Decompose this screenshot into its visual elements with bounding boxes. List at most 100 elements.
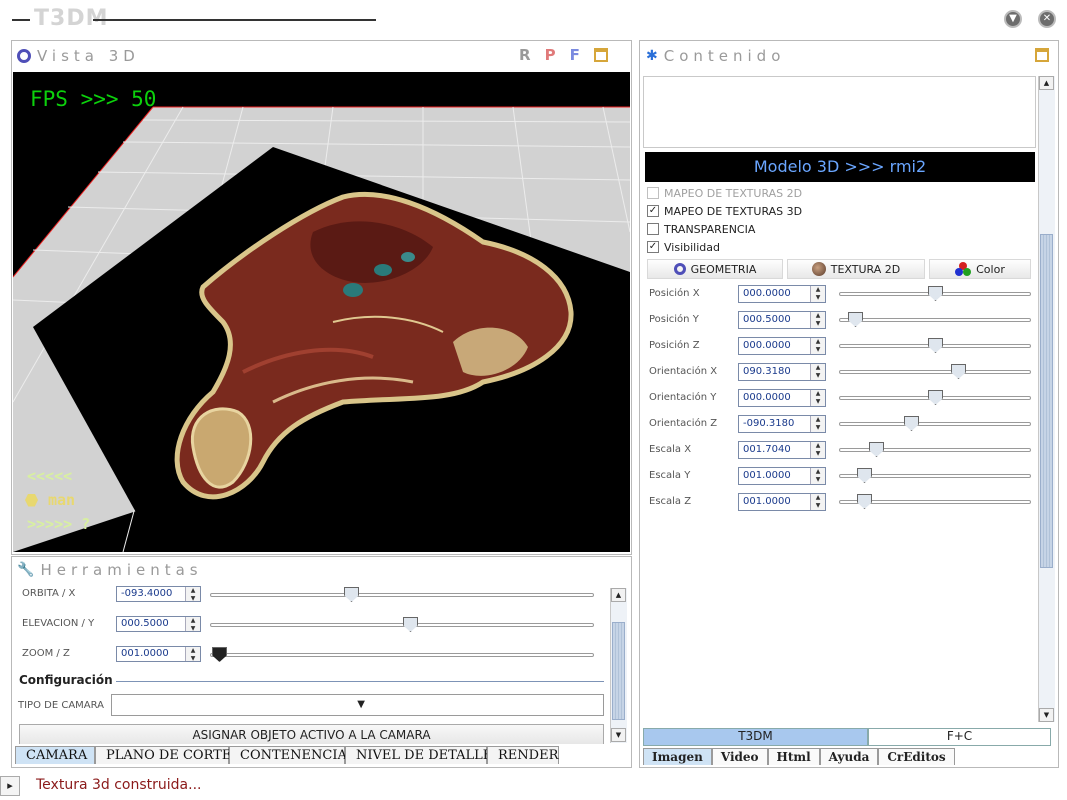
spin-down-icon[interactable]: ▼: [186, 655, 200, 663]
property-slider[interactable]: [839, 318, 1031, 322]
chk-visibility-row[interactable]: ✓ Visibilidad: [647, 238, 1027, 256]
spin-up-icon[interactable]: ▲: [186, 617, 200, 625]
console-toggle-button[interactable]: ▸: [0, 776, 20, 796]
property-spinner[interactable]: 000.0000 ▲ ▼: [738, 285, 826, 303]
scroll-down-icon[interactable]: ▼: [611, 728, 626, 742]
zoom-value[interactable]: 001.0000: [117, 647, 185, 661]
property-slider-thumb[interactable]: [857, 494, 872, 509]
elevacion-slider-thumb[interactable]: [403, 617, 418, 632]
property-slider-thumb[interactable]: [951, 364, 966, 379]
tab-render[interactable]: RENDER: [487, 746, 559, 764]
scroll-up-icon[interactable]: ▲: [1039, 76, 1054, 90]
next-model-link[interactable]: >>>>> ?: [27, 515, 90, 533]
tab-plano-de-corte[interactable]: PLANO DE CORTE: [95, 746, 231, 764]
close-button[interactable]: ✕: [1038, 10, 1056, 28]
property-value[interactable]: 000.0000: [739, 286, 810, 302]
3d-viewport[interactable]: [13, 72, 630, 552]
chk-textures-2d-row[interactable]: MAPEO DE TEXTURAS 2D: [647, 184, 1027, 202]
property-spinner[interactable]: 001.7040 ▲ ▼: [738, 441, 826, 459]
zoom-spinner[interactable]: 001.0000 ▲ ▼: [116, 646, 201, 662]
content-tree[interactable]: [643, 76, 1036, 148]
checkbox-unchecked-icon[interactable]: [647, 223, 659, 235]
spin-down-icon[interactable]: ▼: [811, 320, 825, 328]
zoom-slider[interactable]: [210, 653, 594, 657]
minimize-button[interactable]: ▼: [1004, 10, 1022, 28]
spin-down-icon[interactable]: ▼: [811, 450, 825, 458]
spin-down-icon[interactable]: ▼: [811, 502, 825, 510]
property-spinner[interactable]: 001.0000 ▲ ▼: [738, 493, 826, 511]
maximize-icon[interactable]: [1035, 48, 1049, 62]
maximize-icon[interactable]: [593, 48, 608, 62]
property-slider-thumb[interactable]: [928, 390, 943, 405]
view-r-button[interactable]: R: [519, 46, 531, 64]
property-value[interactable]: 001.7040: [739, 442, 810, 458]
property-spinner[interactable]: 090.3180 ▲ ▼: [738, 363, 826, 381]
spin-up-icon[interactable]: ▲: [811, 312, 825, 320]
checkbox-checked-icon[interactable]: ✓: [647, 205, 659, 217]
camera-type-select[interactable]: ▼: [111, 694, 604, 716]
spin-up-icon[interactable]: ▲: [811, 442, 825, 450]
spin-up-icon[interactable]: ▲: [811, 364, 825, 372]
orbita-value[interactable]: -093.4000: [117, 587, 185, 601]
property-value[interactable]: 000.0000: [739, 338, 810, 354]
property-value[interactable]: -090.3180: [739, 416, 810, 432]
property-slider[interactable]: [839, 370, 1031, 374]
spin-up-icon[interactable]: ▲: [811, 494, 825, 502]
chk-textures-3d-row[interactable]: ✓ MAPEO DE TEXTURAS 3D: [647, 202, 1027, 220]
geometry-button[interactable]: GEOMETRIA: [647, 259, 783, 279]
herramientas-scrollbar[interactable]: ▲ ▼: [610, 588, 627, 743]
spin-up-icon[interactable]: ▲: [811, 390, 825, 398]
spin-down-icon[interactable]: ▼: [811, 372, 825, 380]
tab-camara[interactable]: CAMARA: [15, 746, 95, 764]
spin-down-icon[interactable]: ▼: [811, 346, 825, 354]
elevacion-slider[interactable]: [210, 623, 594, 627]
property-spinner[interactable]: 000.0000 ▲ ▼: [738, 389, 826, 407]
checkbox-unchecked-icon[interactable]: [647, 187, 659, 199]
color-button[interactable]: Color: [929, 259, 1031, 279]
spin-up-icon[interactable]: ▲: [186, 587, 200, 595]
contenido-scrollbar[interactable]: ▲ ▼: [1038, 76, 1055, 722]
spin-down-icon[interactable]: ▼: [811, 476, 825, 484]
scrollbar-thumb[interactable]: [1040, 234, 1053, 568]
scroll-down-icon[interactable]: ▼: [1039, 708, 1054, 722]
property-value[interactable]: 090.3180: [739, 364, 810, 380]
orbita-spinner[interactable]: -093.4000 ▲ ▼: [116, 586, 201, 602]
property-slider-thumb[interactable]: [869, 442, 884, 457]
scroll-up-icon[interactable]: ▲: [611, 588, 626, 602]
orbita-slider[interactable]: [210, 593, 594, 597]
tab-creditos[interactable]: CrEditos: [878, 748, 955, 765]
tab-fc[interactable]: F+C: [868, 728, 1051, 746]
property-slider-thumb[interactable]: [928, 338, 943, 353]
property-slider-thumb[interactable]: [904, 416, 919, 431]
spin-up-icon[interactable]: ▲: [811, 338, 825, 346]
property-value[interactable]: 000.0000: [739, 390, 810, 406]
property-slider[interactable]: [839, 422, 1031, 426]
spin-down-icon[interactable]: ▼: [811, 398, 825, 406]
spin-down-icon[interactable]: ▼: [186, 595, 200, 603]
view-p-button[interactable]: P: [545, 46, 556, 64]
spin-up-icon[interactable]: ▲: [186, 647, 200, 655]
scrollbar-thumb[interactable]: [612, 622, 625, 720]
spin-down-icon[interactable]: ▼: [811, 294, 825, 302]
chk-transparency-row[interactable]: TRANSPARENCIA: [647, 220, 1027, 238]
orbita-slider-thumb[interactable]: [344, 587, 359, 602]
view-f-button[interactable]: F: [570, 46, 580, 64]
tab-ayuda[interactable]: Ayuda: [819, 748, 879, 765]
zoom-slider-thumb[interactable]: [212, 647, 227, 662]
property-spinner[interactable]: 000.5000 ▲ ▼: [738, 311, 826, 329]
property-slider-thumb[interactable]: [928, 286, 943, 301]
property-value[interactable]: 001.0000: [739, 468, 810, 484]
prev-model-link[interactable]: <<<<<: [27, 467, 72, 485]
spin-up-icon[interactable]: ▲: [811, 286, 825, 294]
elevacion-spinner[interactable]: 000.5000 ▲ ▼: [116, 616, 201, 632]
tab-nivel-de-detalle[interactable]: NIVEL DE DETALLE: [345, 746, 492, 764]
property-spinner[interactable]: -090.3180 ▲ ▼: [738, 415, 826, 433]
tab-t3dm[interactable]: T3DM: [643, 728, 868, 746]
spin-up-icon[interactable]: ▲: [811, 468, 825, 476]
checkbox-checked-icon[interactable]: ✓: [647, 241, 659, 253]
elevacion-value[interactable]: 000.5000: [117, 617, 185, 631]
property-slider[interactable]: [839, 448, 1031, 452]
property-value[interactable]: 000.5000: [739, 312, 810, 328]
tab-video[interactable]: Video: [711, 748, 768, 765]
assign-camera-button[interactable]: ASIGNAR OBJETO ACTIVO A LA CAMARA: [19, 724, 604, 744]
